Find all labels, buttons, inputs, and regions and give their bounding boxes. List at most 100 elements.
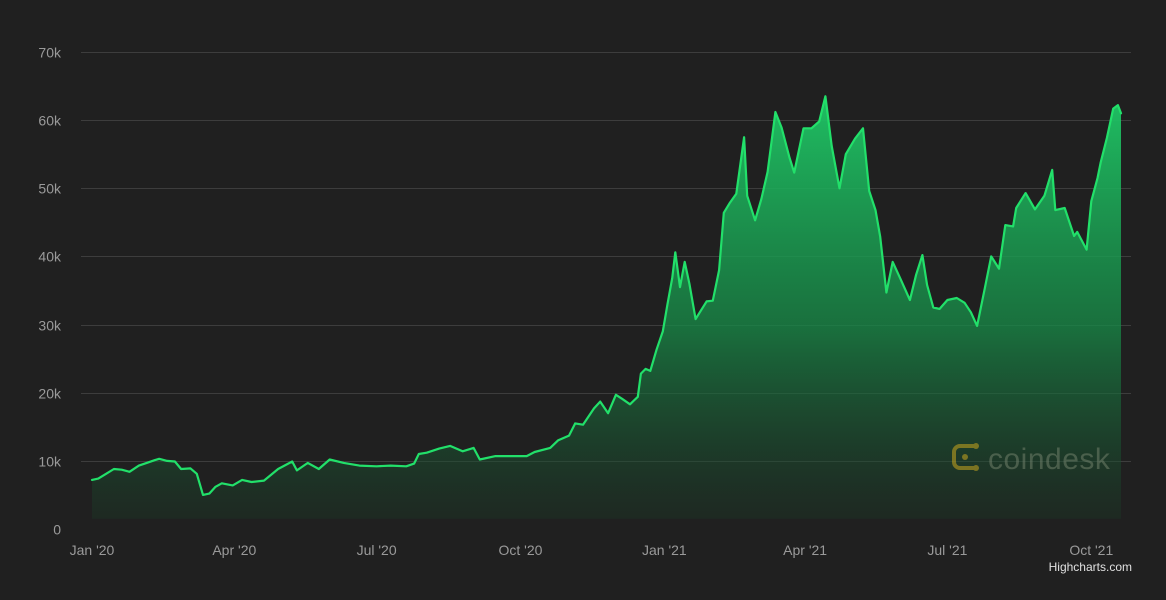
data-point bbox=[946, 299, 948, 301]
data-point bbox=[963, 302, 965, 304]
data-point bbox=[655, 349, 657, 351]
data-point bbox=[754, 219, 756, 221]
x-tick-label: Apr '20 bbox=[212, 542, 256, 558]
x-tick-label: Jul '21 bbox=[927, 542, 967, 558]
data-point bbox=[879, 236, 881, 238]
data-point bbox=[375, 465, 377, 467]
data-point bbox=[568, 434, 570, 436]
data-point bbox=[838, 187, 840, 189]
data-point bbox=[208, 492, 210, 494]
data-point bbox=[938, 308, 940, 310]
data-point bbox=[1024, 192, 1026, 194]
y-tick-label: 70k bbox=[38, 45, 62, 61]
data-point bbox=[1112, 107, 1114, 109]
data-point bbox=[277, 468, 279, 470]
data-point bbox=[1043, 195, 1045, 197]
x-tick-label: Jan '21 bbox=[642, 542, 687, 558]
data-point bbox=[649, 370, 651, 372]
y-tick-label: 20k bbox=[38, 386, 62, 402]
data-point bbox=[926, 284, 928, 286]
data-point bbox=[766, 171, 768, 173]
data-point bbox=[701, 308, 703, 310]
data-point bbox=[688, 283, 690, 285]
data-point bbox=[146, 462, 148, 464]
data-point bbox=[845, 153, 847, 155]
data-point bbox=[479, 458, 481, 460]
data-point bbox=[405, 465, 407, 467]
data-point bbox=[892, 261, 894, 263]
data-point bbox=[831, 145, 833, 147]
data-point bbox=[640, 372, 642, 374]
data-point bbox=[153, 459, 155, 461]
x-tick-label: Jul '20 bbox=[357, 542, 397, 558]
x-tick-label: Oct '21 bbox=[1069, 542, 1113, 558]
data-point bbox=[760, 198, 762, 200]
data-point bbox=[574, 422, 576, 424]
data-point bbox=[684, 261, 686, 263]
data-point bbox=[802, 127, 804, 129]
data-point bbox=[189, 467, 191, 469]
data-point bbox=[621, 398, 623, 400]
data-point bbox=[438, 447, 440, 449]
data-point bbox=[970, 311, 972, 313]
data-point bbox=[1012, 225, 1014, 227]
y-tick-label: 60k bbox=[38, 113, 62, 129]
data-point bbox=[818, 120, 820, 122]
data-point bbox=[390, 464, 392, 466]
data-point bbox=[723, 212, 725, 214]
price-area-chart: 0 10k 20k 30k 40k 50k 60k 70k Jan '20 Apr '20 Jul… bbox=[38, 45, 1131, 558]
data-point bbox=[307, 462, 309, 464]
data-point bbox=[666, 303, 668, 305]
coindesk-watermark: coindesk bbox=[950, 440, 1110, 479]
data-point bbox=[976, 325, 978, 327]
data-point bbox=[158, 458, 160, 460]
data-point bbox=[1096, 177, 1098, 179]
data-point bbox=[413, 462, 415, 464]
data-point bbox=[1051, 169, 1053, 171]
data-point bbox=[526, 455, 528, 457]
data-point bbox=[909, 299, 911, 301]
data-point bbox=[694, 318, 696, 320]
data-point bbox=[510, 455, 512, 457]
data-point bbox=[291, 460, 293, 462]
data-point bbox=[1015, 207, 1017, 209]
data-point bbox=[718, 269, 720, 271]
data-point bbox=[1085, 248, 1087, 250]
data-point bbox=[449, 445, 451, 447]
data-point bbox=[990, 255, 992, 257]
data-point bbox=[810, 127, 812, 129]
data-point bbox=[593, 407, 595, 409]
data-point bbox=[343, 462, 345, 464]
data-point bbox=[1034, 208, 1036, 210]
data-point bbox=[712, 300, 714, 302]
data-point bbox=[885, 291, 887, 293]
data-point bbox=[1090, 200, 1092, 202]
data-point bbox=[196, 473, 198, 475]
data-point bbox=[557, 439, 559, 441]
data-point bbox=[854, 137, 856, 139]
data-point bbox=[868, 190, 870, 192]
data-point bbox=[1064, 207, 1066, 209]
data-point bbox=[138, 464, 140, 466]
data-point bbox=[1004, 224, 1006, 226]
data-point bbox=[1073, 235, 1075, 237]
data-point bbox=[956, 297, 958, 299]
data-point bbox=[899, 278, 901, 280]
data-point bbox=[97, 477, 99, 479]
data-point bbox=[318, 468, 320, 470]
data-point bbox=[1076, 231, 1078, 233]
data-point bbox=[214, 486, 216, 488]
data-point bbox=[582, 424, 584, 426]
highcharts-credit-link[interactable]: Highcharts.com bbox=[1049, 560, 1132, 574]
data-point bbox=[674, 251, 676, 253]
data-point bbox=[788, 156, 790, 158]
data-point bbox=[637, 396, 639, 398]
data-point bbox=[174, 460, 176, 462]
data-point bbox=[615, 394, 617, 396]
data-point bbox=[533, 451, 535, 453]
data-point bbox=[426, 452, 428, 454]
coindesk-logo-icon bbox=[950, 440, 980, 479]
data-point bbox=[1117, 104, 1119, 106]
data-point bbox=[1120, 112, 1122, 114]
data-point bbox=[1054, 209, 1056, 211]
